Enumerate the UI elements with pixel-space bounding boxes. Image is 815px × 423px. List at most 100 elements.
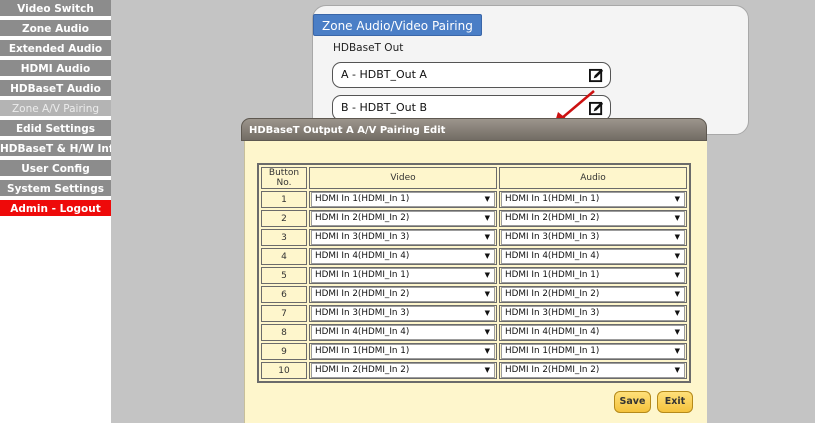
table-row: 7 HDMI In 3(HDMI_In 3) ▼ HDMI In 3(HDMI_I… xyxy=(261,305,687,322)
video-select-value: HDMI In 2(HDMI_In 2) xyxy=(315,365,410,375)
button-number: 2 xyxy=(261,210,307,227)
button-number: 10 xyxy=(261,362,307,379)
dropdown-caret-icon: ▼ xyxy=(484,290,490,298)
audio-select-value: HDMI In 4(HDMI_In 4) xyxy=(505,327,600,337)
audio-select[interactable]: HDMI In 1(HDMI_In 1) ▼ xyxy=(501,192,685,207)
button-number: 4 xyxy=(261,248,307,265)
video-select[interactable]: HDMI In 2(HDMI_In 2) ▼ xyxy=(311,287,495,302)
audio-select[interactable]: HDMI In 4(HDMI_In 4) ▼ xyxy=(501,325,685,340)
exit-button[interactable]: Exit xyxy=(657,391,693,413)
table-row: 2 HDMI In 2(HDMI_In 2) ▼ HDMI In 2(HDMI_I… xyxy=(261,210,687,227)
output-row-a: A - HDBT_Out A xyxy=(332,62,611,88)
audio-select-value: HDMI In 2(HDMI_In 2) xyxy=(505,289,600,299)
audio-select-value: HDMI In 3(HDMI_In 3) xyxy=(505,232,600,242)
video-select[interactable]: HDMI In 2(HDMI_In 2) ▼ xyxy=(311,363,495,378)
audio-select[interactable]: HDMI In 1(HDMI_In 1) ▼ xyxy=(501,268,685,283)
save-button[interactable]: Save xyxy=(614,391,651,413)
output-label-a: A - HDBT_Out A xyxy=(341,68,427,81)
dropdown-caret-icon: ▼ xyxy=(484,233,490,241)
dropdown-caret-icon: ▼ xyxy=(484,271,490,279)
button-number: 7 xyxy=(261,305,307,322)
audio-select-value: HDMI In 2(HDMI_In 2) xyxy=(505,213,600,223)
dropdown-caret-icon: ▼ xyxy=(484,214,490,222)
video-select-value: HDMI In 1(HDMI_In 1) xyxy=(315,270,410,280)
column-header-video: Video xyxy=(309,167,497,189)
audio-select-value: HDMI In 1(HDMI_In 1) xyxy=(505,270,600,280)
zone-panel-title: Zone Audio/Video Pairing xyxy=(313,14,482,36)
button-number: 3 xyxy=(261,229,307,246)
button-number: 8 xyxy=(261,324,307,341)
dropdown-caret-icon: ▼ xyxy=(674,328,680,336)
sidebar-item-user-config[interactable]: User Config xyxy=(0,160,111,178)
dropdown-caret-icon: ▼ xyxy=(484,347,490,355)
button-number: 6 xyxy=(261,286,307,303)
dropdown-caret-icon: ▼ xyxy=(674,195,680,203)
audio-select[interactable]: HDMI In 3(HDMI_In 3) ▼ xyxy=(501,306,685,321)
sidebar-item-admin-logout[interactable]: Admin - Logout xyxy=(0,200,111,218)
sidebar-item-hdbaset-audio[interactable]: HDBaseT Audio xyxy=(0,80,111,98)
sidebar-item-extended-audio[interactable]: Extended Audio xyxy=(0,40,111,58)
sidebar-item-system-settings[interactable]: System Settings xyxy=(0,180,111,198)
dropdown-caret-icon: ▼ xyxy=(484,328,490,336)
dropdown-caret-icon: ▼ xyxy=(674,233,680,241)
column-header-audio: Audio xyxy=(499,167,687,189)
video-select[interactable]: HDMI In 3(HDMI_In 3) ▼ xyxy=(311,306,495,321)
pairing-edit-dialog: HDBaseT Output A A/V Pairing Edit Button… xyxy=(241,118,707,423)
sidebar-item-edid-settings[interactable]: Edid Settings xyxy=(0,120,111,138)
table-row: 8 HDMI In 4(HDMI_In 4) ▼ HDMI In 4(HDMI_I… xyxy=(261,324,687,341)
video-select[interactable]: HDMI In 4(HDMI_In 4) ▼ xyxy=(311,325,495,340)
zone-panel-subtitle: HDBaseT Out xyxy=(333,42,404,54)
sidebar-item-hdbaset-hw-info[interactable]: HDBaseT & H/W Info xyxy=(0,140,111,158)
video-select[interactable]: HDMI In 3(HDMI_In 3) ▼ xyxy=(311,230,495,245)
video-select[interactable]: HDMI In 1(HDMI_In 1) ▼ xyxy=(311,192,495,207)
audio-select-value: HDMI In 1(HDMI_In 1) xyxy=(505,194,600,204)
sidebar-item-zone-av-pairing[interactable]: Zone A/V Pairing xyxy=(0,100,111,118)
pairing-table: Button No. Video Audio 1 HDMI In 1(HDMI_… xyxy=(257,163,691,383)
table-row: 5 HDMI In 1(HDMI_In 1) ▼ HDMI In 1(HDMI_I… xyxy=(261,267,687,284)
dropdown-caret-icon: ▼ xyxy=(674,290,680,298)
table-row: 10 HDMI In 2(HDMI_In 2) ▼ HDMI In 2(HDMI_… xyxy=(261,362,687,379)
video-select[interactable]: HDMI In 2(HDMI_In 2) ▼ xyxy=(311,211,495,226)
table-row: 4 HDMI In 4(HDMI_In 4) ▼ HDMI In 4(HDMI_I… xyxy=(261,248,687,265)
video-select-value: HDMI In 2(HDMI_In 2) xyxy=(315,213,410,223)
button-number: 9 xyxy=(261,343,307,360)
sidebar-item-video-switch[interactable]: Video Switch xyxy=(0,0,111,18)
audio-select-value: HDMI In 2(HDMI_In 2) xyxy=(505,365,600,375)
table-row: 9 HDMI In 1(HDMI_In 1) ▼ HDMI In 1(HDMI_I… xyxy=(261,343,687,360)
video-select-value: HDMI In 2(HDMI_In 2) xyxy=(315,289,410,299)
video-select[interactable]: HDMI In 1(HDMI_In 1) ▼ xyxy=(311,344,495,359)
video-select-value: HDMI In 4(HDMI_In 4) xyxy=(315,251,410,261)
table-row: 6 HDMI In 2(HDMI_In 2) ▼ HDMI In 2(HDMI_I… xyxy=(261,286,687,303)
dropdown-caret-icon: ▼ xyxy=(674,252,680,260)
table-row: 1 HDMI In 1(HDMI_In 1) ▼ HDMI In 1(HDMI_I… xyxy=(261,191,687,208)
audio-select[interactable]: HDMI In 4(HDMI_In 4) ▼ xyxy=(501,249,685,264)
column-header-button-no: Button No. xyxy=(261,167,307,189)
video-select-value: HDMI In 4(HDMI_In 4) xyxy=(315,327,410,337)
video-select-value: HDMI In 1(HDMI_In 1) xyxy=(315,194,410,204)
audio-select[interactable]: HDMI In 3(HDMI_In 3) ▼ xyxy=(501,230,685,245)
audio-select[interactable]: HDMI In 2(HDMI_In 2) ▼ xyxy=(501,287,685,302)
audio-select[interactable]: HDMI In 2(HDMI_In 2) ▼ xyxy=(501,363,685,378)
dropdown-caret-icon: ▼ xyxy=(484,366,490,374)
button-number: 1 xyxy=(261,191,307,208)
dropdown-caret-icon: ▼ xyxy=(484,195,490,203)
video-select-value: HDMI In 3(HDMI_In 3) xyxy=(315,232,410,242)
audio-select[interactable]: HDMI In 2(HDMI_In 2) ▼ xyxy=(501,211,685,226)
dialog-title: HDBaseT Output A A/V Pairing Edit xyxy=(241,118,707,141)
dialog-body: Button No. Video Audio 1 HDMI In 1(HDMI_… xyxy=(244,141,707,423)
video-select[interactable]: HDMI In 1(HDMI_In 1) ▼ xyxy=(311,268,495,283)
table-row: 3 HDMI In 3(HDMI_In 3) ▼ HDMI In 3(HDMI_I… xyxy=(261,229,687,246)
dropdown-caret-icon: ▼ xyxy=(674,347,680,355)
dropdown-caret-icon: ▼ xyxy=(674,309,680,317)
audio-select[interactable]: HDMI In 1(HDMI_In 1) ▼ xyxy=(501,344,685,359)
audio-select-value: HDMI In 1(HDMI_In 1) xyxy=(505,346,600,356)
audio-select-value: HDMI In 4(HDMI_In 4) xyxy=(505,251,600,261)
sidebar-item-hdmi-audio[interactable]: HDMI Audio xyxy=(0,60,111,78)
output-label-b: B - HDBT_Out B xyxy=(341,101,428,114)
video-select[interactable]: HDMI In 4(HDMI_In 4) ▼ xyxy=(311,249,495,264)
edit-icon[interactable] xyxy=(589,68,604,83)
sidebar-item-zone-audio[interactable]: Zone Audio xyxy=(0,20,111,38)
button-number: 5 xyxy=(261,267,307,284)
video-select-value: HDMI In 3(HDMI_In 3) xyxy=(315,308,410,318)
dropdown-caret-icon: ▼ xyxy=(674,366,680,374)
